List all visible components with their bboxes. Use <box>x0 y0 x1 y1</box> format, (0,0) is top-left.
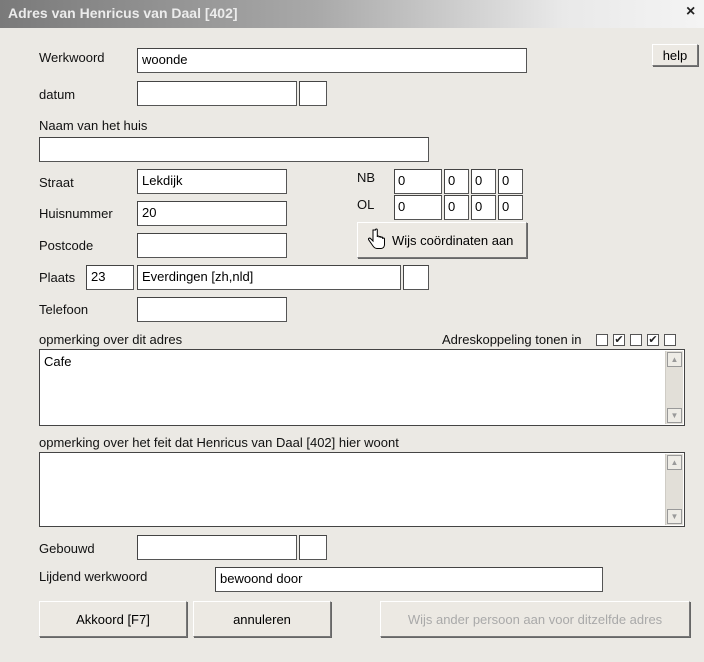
opmerking-adres-scrollbar[interactable]: ▲ ▼ <box>665 351 683 424</box>
opmerking-feit-textarea[interactable]: ▲ ▼ <box>39 452 685 527</box>
nb-minutes-field[interactable]: 0 <box>444 169 469 194</box>
opmerking-adres-text: Cafe <box>44 354 72 369</box>
hand-pointer-icon <box>368 228 385 249</box>
telefoon-label: Telefoon <box>39 302 89 317</box>
telefoon-field[interactable] <box>137 297 287 322</box>
datum-field[interactable] <box>137 81 297 106</box>
nb-degrees-field[interactable]: 0 <box>394 169 442 194</box>
annuleren-button[interactable]: annuleren <box>193 601 331 637</box>
ol-seconds-field[interactable]: 0 <box>471 195 496 220</box>
scroll-down-icon[interactable]: ▼ <box>667 408 682 423</box>
nb-label: NB <box>357 170 376 185</box>
opmerking-adres-label: opmerking over dit adres <box>39 332 183 347</box>
wijs-coordinaten-label: Wijs coördinaten aan <box>392 232 514 248</box>
adreskoppeling-checkbox-1[interactable] <box>596 334 608 346</box>
adreskoppeling-checkbox-5[interactable] <box>664 334 676 346</box>
title-bar: Adres van Henricus van Daal [402] × <box>0 0 704 28</box>
opmerking-feit-label: opmerking over het feit dat Henricus van… <box>39 435 399 450</box>
opmerking-adres-textarea[interactable]: Cafe ▲ ▼ <box>39 349 685 426</box>
ol-label: OL <box>357 197 375 212</box>
adreskoppeling-label: Adreskoppeling tonen in <box>442 332 582 347</box>
opmerking-feit-scrollbar[interactable]: ▲ ▼ <box>665 454 683 525</box>
werkwoord-label: Werkwoord <box>39 50 105 65</box>
gebouwd-extra-field[interactable] <box>299 535 327 560</box>
close-icon[interactable]: × <box>686 3 695 21</box>
address-dialog: Adres van Henricus van Daal [402] × help… <box>0 0 704 662</box>
gebouwd-label: Gebouwd <box>39 541 95 556</box>
huisnummer-label: Huisnummer <box>39 206 113 221</box>
huisnaam-field[interactable] <box>39 137 429 162</box>
scroll-up-icon[interactable]: ▲ <box>667 352 682 367</box>
ol-degrees-field[interactable]: 0 <box>394 195 442 220</box>
scroll-up-icon[interactable]: ▲ <box>667 455 682 470</box>
plaats-code-field[interactable]: 23 <box>86 265 134 290</box>
plaats-extra-field[interactable] <box>403 265 429 290</box>
lijdend-field[interactable]: bewoond door <box>215 567 603 592</box>
window-title: Adres van Henricus van Daal [402] <box>8 5 238 21</box>
plaats-field[interactable]: Everdingen [zh,nld] <box>137 265 401 290</box>
wijs-ander-persoon-button[interactable]: Wijs ander persoon aan voor ditzelfde ad… <box>380 601 690 637</box>
scroll-down-icon[interactable]: ▼ <box>667 509 682 524</box>
ol-minutes-field[interactable]: 0 <box>444 195 469 220</box>
huisnaam-label: Naam van het huis <box>39 118 148 133</box>
lijdend-label: Lijdend werkwoord <box>39 569 148 584</box>
datum-extra-field[interactable] <box>299 81 327 106</box>
ol-fraction-field[interactable]: 0 <box>498 195 523 220</box>
straat-field[interactable]: Lekdijk <box>137 169 287 194</box>
plaats-label: Plaats <box>39 270 76 285</box>
datum-label: datum <box>39 87 76 102</box>
postcode-label: Postcode <box>39 238 94 253</box>
adreskoppeling-checkbox-3[interactable] <box>630 334 642 346</box>
postcode-field[interactable] <box>137 233 287 258</box>
nb-seconds-field[interactable]: 0 <box>471 169 496 194</box>
werkwoord-field[interactable]: woonde <box>137 48 527 73</box>
adreskoppeling-checkbox-4[interactable]: ✔ <box>647 334 659 346</box>
gebouwd-field[interactable] <box>137 535 297 560</box>
straat-label: Straat <box>39 175 74 190</box>
nb-fraction-field[interactable]: 0 <box>498 169 523 194</box>
adreskoppeling-checkbox-2[interactable]: ✔ <box>613 334 625 346</box>
akkoord-button[interactable]: Akkoord [F7] <box>39 601 187 637</box>
help-button[interactable]: help <box>652 44 698 66</box>
huisnummer-field[interactable]: 20 <box>137 201 287 226</box>
wijs-coordinaten-button[interactable]: Wijs coördinaten aan <box>357 222 527 258</box>
